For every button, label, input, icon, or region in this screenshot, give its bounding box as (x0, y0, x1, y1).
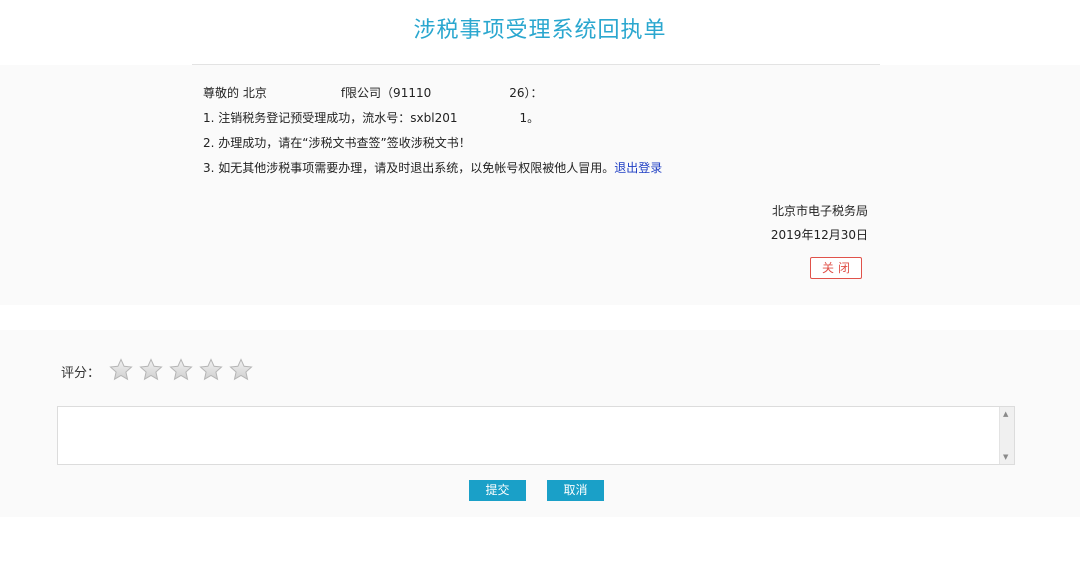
salutation-prefix: 尊敬的 北京 (203, 86, 267, 100)
salutation-code: 26）： (509, 86, 543, 100)
receipt-line-3-text: 3. 如无其他涉税事项需要办理，请及时退出系统，以免帐号权限被他人冒用。 (203, 161, 615, 175)
serial-number-prefix: 1. 注销税务登记预受理成功，流水号：sxbl201 (203, 111, 458, 125)
comment-textarea[interactable]: ▲ ▼ (57, 406, 1015, 465)
scroll-down-icon[interactable]: ▼ (1003, 453, 1008, 461)
receipt-line-1: 1. 注销税务登记预受理成功，流水号：sxbl201 1。 (203, 109, 539, 126)
receipt-line-3: 3. 如无其他涉税事项需要办理，请及时退出系统，以免帐号权限被他人冒用。退出登录 (203, 159, 662, 176)
star-icon[interactable] (169, 358, 193, 382)
star-icon[interactable] (109, 358, 133, 382)
scroll-up-icon[interactable]: ▲ (1003, 410, 1008, 418)
star-icon[interactable] (229, 358, 254, 382)
receipt-date: 2019年12月30日 (770, 228, 868, 242)
receipt-panel (0, 65, 1080, 305)
star-icon[interactable] (199, 358, 223, 382)
issuing-authority: 北京市电子税务局 (771, 204, 868, 218)
rating-label: 评分： (61, 366, 101, 381)
page-title: 涉税事项受理系统回执单 (413, 18, 667, 43)
star-rating (109, 358, 254, 382)
comment-scrollbar[interactable]: ▲ ▼ (999, 407, 1014, 464)
receipt-line-2: 2. 办理成功，请在“涉税文书查签”签收涉税文书！ (203, 136, 471, 150)
close-button[interactable]: 关闭 (810, 257, 862, 279)
salutation-line: 尊敬的 北京 f限公司（91110 26）： (203, 84, 543, 101)
logout-link[interactable]: 退出登录 (614, 161, 662, 175)
header-divider (192, 64, 880, 65)
submit-button[interactable]: 提交 (469, 480, 526, 501)
serial-number-suffix: 1。 (519, 111, 540, 125)
salutation-company: f限公司（91110 (340, 86, 432, 100)
star-icon[interactable] (139, 358, 163, 382)
cancel-button[interactable]: 取消 (547, 480, 604, 501)
